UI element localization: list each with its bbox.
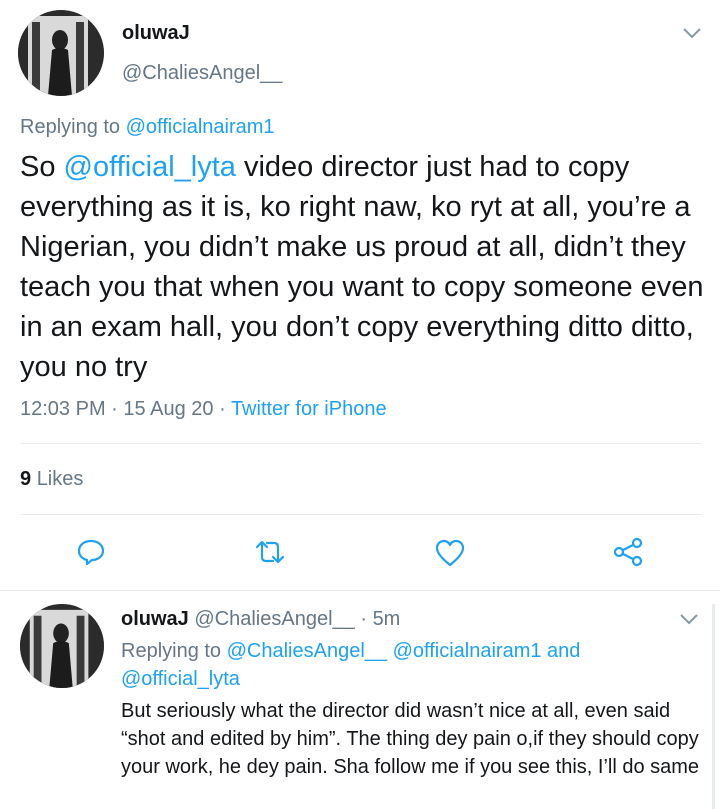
reply-icon[interactable]: [76, 537, 106, 567]
reply-display-name[interactable]: oluwaJ: [121, 608, 189, 630]
tweet-mention[interactable]: @official_lyta: [64, 151, 236, 183]
replying-to-label: Replying to: [121, 640, 222, 662]
tweet-text: So @official_lyta video director just ha…: [20, 147, 710, 387]
likes-label: Likes: [36, 468, 84, 490]
share-icon[interactable]: [612, 537, 644, 567]
likes-count: 9: [20, 468, 32, 490]
tweet-client[interactable]: Twitter for iPhone: [231, 398, 387, 420]
tweet-time: 12:03 PM: [20, 398, 106, 420]
meta-separator: ·: [111, 398, 118, 420]
reply-text: But seriously what the director did wasn…: [121, 700, 700, 778]
tweet-date: 15 Aug 20: [123, 398, 214, 420]
reply-header: oluwaJ @ChaliesAngel__ · 5m: [121, 608, 400, 631]
divider: [20, 514, 702, 515]
likes-count-link[interactable]: 9 Likes: [20, 468, 83, 491]
scroll-edge: [712, 604, 715, 809]
reply-handle[interactable]: @ChaliesAngel__: [194, 608, 354, 630]
replying-to-line: Replying to @officialnairam1: [20, 116, 275, 139]
replying-to-mention[interactable]: @official_lyta: [121, 668, 240, 690]
meta-separator: ·: [360, 608, 367, 630]
reply-avatar[interactable]: [20, 604, 104, 688]
like-icon[interactable]: [434, 538, 466, 568]
divider: [20, 443, 702, 444]
avatar-image: [18, 10, 104, 96]
display-name[interactable]: oluwaJ: [122, 22, 190, 45]
replying-to-label: Replying to: [20, 116, 121, 138]
tweet-text-prefix: So: [20, 151, 56, 183]
reply-age: 5m: [372, 608, 401, 630]
reply-replying-to: Replying to @ChaliesAngel__ @officialnai…: [121, 637, 681, 693]
retweet-icon[interactable]: [253, 537, 287, 567]
chevron-down-icon[interactable]: [679, 612, 699, 626]
user-handle[interactable]: @ChaliesAngel__: [122, 62, 282, 85]
avatar[interactable]: [18, 10, 104, 96]
replying-to-and: and: [547, 640, 581, 662]
chevron-down-icon[interactable]: [682, 26, 702, 40]
section-divider: [0, 590, 720, 591]
tweet-meta: 12:03 PM · 15 Aug 20 · Twitter for iPhon…: [20, 398, 387, 421]
meta-separator: ·: [219, 398, 226, 420]
replying-to-mention[interactable]: @ChaliesAngel__: [227, 640, 387, 662]
replying-to-mention[interactable]: @officialnairam1: [126, 116, 275, 138]
avatar-image: [20, 604, 104, 688]
replying-to-mention[interactable]: @officialnairam1: [393, 640, 542, 662]
tweet-text-body: video director just had to copy everythi…: [20, 151, 704, 383]
